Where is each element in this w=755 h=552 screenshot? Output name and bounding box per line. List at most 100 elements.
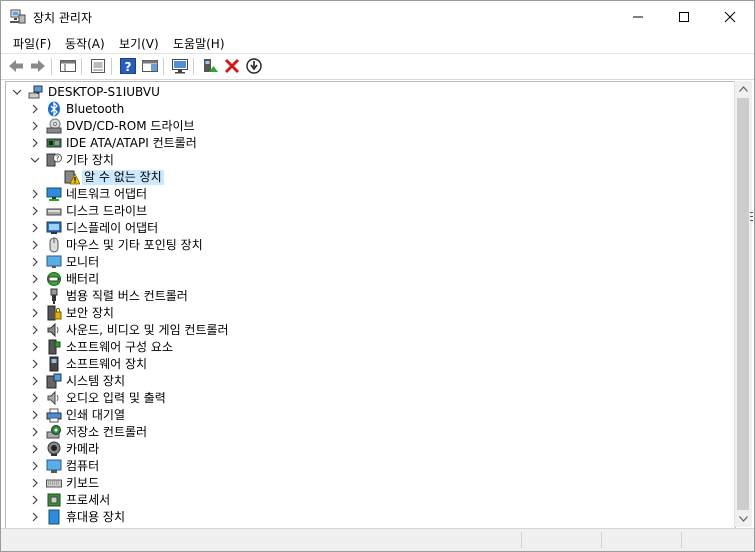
tree-root[interactable]: DESKTOP-S1IUBVU (6, 84, 735, 101)
tree-item-security-devices[interactable]: 보안 장치 (6, 305, 735, 322)
tree-item-audio-io[interactable]: 오디오 입력 및 출력 (6, 390, 735, 407)
chevron-right-icon[interactable] (30, 308, 40, 318)
software-component-icon (48, 339, 61, 355)
disk-drive-icon (46, 208, 62, 216)
tree-item-display-adapters[interactable]: 디스플레이 어댑터 (6, 220, 735, 237)
chevron-right-icon[interactable] (30, 325, 40, 335)
chevron-right-icon[interactable] (30, 427, 40, 437)
close-button[interactable] (707, 1, 753, 32)
tree-item-batteries[interactable]: 배터리 (6, 271, 735, 288)
chevron-right-icon[interactable] (30, 104, 40, 114)
tree-item-ide[interactable]: IDE ATA/ATAPI 컨트롤러 (6, 135, 735, 152)
tree-item-usb-controllers[interactable]: 범용 직렬 버스 컨트롤러 (6, 288, 735, 305)
tree-item-label: 네트워크 어댑터 (66, 187, 148, 201)
chevron-right-icon[interactable] (30, 376, 40, 386)
tree-item-monitors[interactable]: 모니터 (6, 254, 735, 271)
chevron-right-icon[interactable] (30, 206, 40, 216)
computer-icon (46, 459, 62, 473)
tree-item-bluetooth[interactable]: Bluetooth (6, 101, 735, 118)
chevron-right-icon[interactable] (30, 478, 40, 488)
usb-icon (50, 288, 58, 304)
back-arrow-icon[interactable] (7, 57, 25, 75)
tree-item-print-queues[interactable]: 인쇄 대기열 (6, 407, 735, 424)
tree-item-system-devices[interactable]: 시스템 장치 (6, 373, 735, 390)
scroll-down-arrow-icon[interactable] (739, 516, 748, 522)
tree-item-unknown-device[interactable]: 알 수 없는 장치 (6, 169, 735, 186)
other-devices-icon: ? (46, 153, 62, 167)
tree-item-network-adapters[interactable]: 네트워크 어댑터 (6, 186, 735, 203)
tree-item-other-devices[interactable]: ? 기타 장치 (6, 152, 735, 169)
sound-icon (47, 322, 59, 338)
scrollbar-thumb[interactable] (737, 98, 749, 510)
console-tree-icon[interactable] (59, 57, 77, 75)
maximize-button[interactable] (661, 1, 707, 32)
tree-item-software-components[interactable]: 소프트웨어 구성 요소 (6, 339, 735, 356)
chevron-right-icon[interactable] (30, 189, 40, 199)
tree-item-label: 모니터 (66, 255, 100, 269)
chevron-down-icon[interactable] (30, 155, 40, 165)
tree-item-label: 시스템 장치 (66, 374, 126, 388)
disable-device-icon[interactable] (245, 57, 263, 75)
chevron-right-icon[interactable] (30, 461, 40, 471)
chevron-right-icon[interactable] (30, 512, 40, 522)
tree-item-keyboards[interactable]: 키보드 (6, 475, 735, 492)
minimize-icon (633, 16, 643, 18)
device-tree[interactable]: DESKTOP-S1IUBVU Bluetooth DVD/CD-ROM 드라이… (5, 81, 736, 529)
tree-item-computer[interactable]: 컴퓨터 (6, 458, 735, 475)
security-device-icon (47, 305, 62, 321)
update-driver-icon[interactable] (201, 57, 219, 75)
properties-icon[interactable] (89, 57, 107, 75)
keyboard-icon (46, 479, 62, 488)
chevron-down-icon[interactable] (12, 87, 22, 97)
close-icon (724, 11, 736, 23)
portable-device-icon (48, 509, 60, 525)
display-adapter-icon (46, 221, 62, 234)
tree-item-disk-drives[interactable]: 디스크 드라이브 (6, 203, 735, 220)
tree-item-storage-controllers[interactable]: 저장소 컨트롤러 (6, 424, 735, 441)
monitor-icon (46, 255, 62, 268)
chevron-right-icon[interactable] (30, 444, 40, 454)
menu-action[interactable]: 동작(A) (65, 35, 105, 52)
minimize-button[interactable] (615, 1, 661, 32)
chevron-right-icon[interactable] (30, 410, 40, 420)
storage-controller-icon (46, 425, 61, 439)
chevron-right-icon[interactable] (30, 393, 40, 403)
chevron-right-icon[interactable] (30, 291, 40, 301)
scan-hardware-icon[interactable] (171, 57, 189, 75)
chevron-right-icon[interactable] (30, 274, 40, 284)
tree-item-processors[interactable]: 프로세서 (6, 492, 735, 509)
unknown-device-warning-icon (64, 170, 80, 185)
chevron-right-icon[interactable] (30, 138, 40, 148)
tree-item-dvd[interactable]: DVD/CD-ROM 드라이브 (6, 118, 735, 135)
tree-item-mice[interactable]: 마우스 및 기타 포인팅 장치 (6, 237, 735, 254)
menu-file[interactable]: 파일(F) (13, 35, 51, 52)
chevron-right-icon[interactable] (30, 257, 40, 267)
vertical-scrollbar[interactable] (734, 81, 752, 527)
chevron-right-icon[interactable] (30, 342, 40, 352)
chevron-right-icon[interactable] (30, 495, 40, 505)
tree-item-cameras[interactable]: 카메라 (6, 441, 735, 458)
tree-item-label: IDE ATA/ATAPI 컨트롤러 (66, 136, 197, 150)
tree-item-portable-devices[interactable]: 휴대용 장치 (6, 509, 735, 526)
help-icon[interactable]: ? (119, 57, 137, 75)
chevron-right-icon[interactable] (30, 223, 40, 233)
forward-arrow-icon[interactable] (29, 57, 47, 75)
menu-view[interactable]: 보기(V) (119, 35, 159, 52)
scroll-up-arrow-icon[interactable] (739, 86, 748, 92)
system-device-icon (46, 373, 62, 389)
chevron-right-icon[interactable] (30, 359, 40, 369)
network-adapter-icon (46, 187, 62, 201)
tree-item-label: 배터리 (66, 272, 100, 286)
tree-item-software-devices[interactable]: 소프트웨어 장치 (6, 356, 735, 373)
tree-item-label: 컴퓨터 (66, 459, 100, 473)
background-window-edge (750, 216, 753, 217)
tree-item-label: 디스플레이 어댑터 (66, 221, 159, 235)
uninstall-device-icon[interactable] (223, 57, 241, 75)
toolbar-separator (51, 58, 52, 75)
action-pane-icon[interactable] (141, 57, 159, 75)
chevron-right-icon[interactable] (30, 240, 40, 250)
title-bar: 장치 관리자 (1, 1, 754, 32)
chevron-right-icon[interactable] (30, 121, 40, 131)
menu-help[interactable]: 도움말(H) (173, 35, 225, 52)
tree-item-sound[interactable]: 사운드, 비디오 및 게임 컨트롤러 (6, 322, 735, 339)
